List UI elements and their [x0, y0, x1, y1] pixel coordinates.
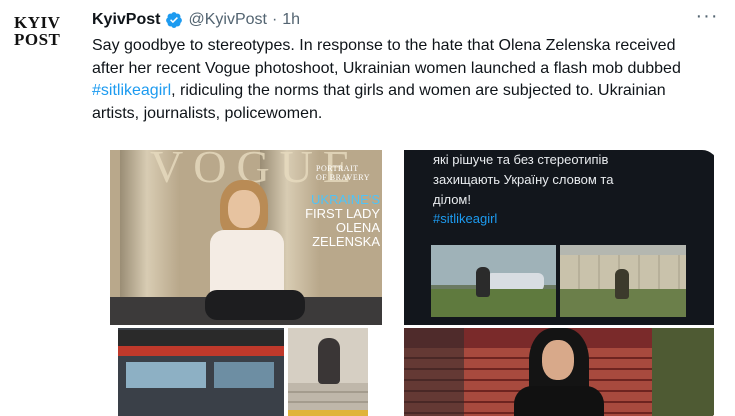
media-grid: VOGUE PORTRAIT OF BRAVERY UKRAINE'S FIRS…: [92, 150, 718, 416]
figure-legs: [205, 290, 305, 320]
headline-line-1: FIRST LADY: [305, 206, 380, 221]
figure: [615, 269, 629, 299]
cover-portrait-label: PORTRAIT OF BRAVERY: [316, 164, 376, 182]
account-name[interactable]: KyivPost: [92, 11, 160, 29]
post-line-1: які рішуче та без стереотипів: [433, 152, 609, 167]
red-stairs-image[interactable]: [404, 328, 714, 416]
tweet-header: KyivPost @KyivPost · 1h: [92, 9, 300, 31]
headline-line-3: ZELENSKA: [312, 234, 380, 249]
post-screenshot-image[interactable]: які рішуче та без стереотипів захищають …: [404, 150, 714, 325]
verified-badge-icon: [166, 12, 183, 28]
figure: [476, 267, 490, 297]
post-line-2: захищають Україну словом та: [433, 172, 614, 187]
account-handle[interactable]: @KyivPost: [188, 11, 266, 29]
portrait-line-1: PORTRAIT: [316, 164, 359, 173]
post-line-3: ділом!: [433, 192, 471, 207]
tweet-text-start: Say goodbye to stereotypes. In response …: [92, 37, 681, 77]
figure-face: [542, 340, 574, 380]
cover-headline-white: FIRST LADY OLENA ZELENSKA: [294, 207, 380, 249]
post-photo-1: [431, 245, 556, 317]
more-icon: ···: [695, 5, 719, 27]
post-photo-2: [560, 245, 686, 317]
figure-face: [228, 190, 260, 228]
avatar[interactable]: KYIV POST: [14, 14, 74, 60]
tweet-text-end: , ridiculing the norms that girls and wo…: [92, 82, 666, 122]
steps-image[interactable]: [288, 328, 368, 416]
vogue-cover-image[interactable]: VOGUE PORTRAIT OF BRAVERY UKRAINE'S FIRS…: [110, 150, 382, 325]
figure-body: [514, 386, 604, 416]
avatar-line-2: POST: [14, 30, 61, 49]
avatar-line-1: KYIV: [14, 13, 61, 32]
separator: ·: [271, 11, 278, 28]
portrait-line-2: OF BRAVERY: [316, 173, 370, 182]
timestamp[interactable]: 1h: [282, 11, 300, 29]
figure: [318, 338, 340, 384]
tweet-text: Say goodbye to stereotypes. In response …: [92, 35, 702, 125]
storefront-image[interactable]: [118, 328, 284, 416]
post-text: які рішуче та без стереотипів захищають …: [433, 150, 703, 210]
headline-line-2: OLENA: [335, 220, 380, 235]
hashtag-link[interactable]: #sitlikeagirl: [92, 82, 171, 99]
post-hashtag: #sitlikeagirl: [433, 211, 498, 226]
more-options-button[interactable]: ···: [693, 5, 721, 32]
cover-headline-blue: UKRAINE'S: [311, 192, 380, 207]
